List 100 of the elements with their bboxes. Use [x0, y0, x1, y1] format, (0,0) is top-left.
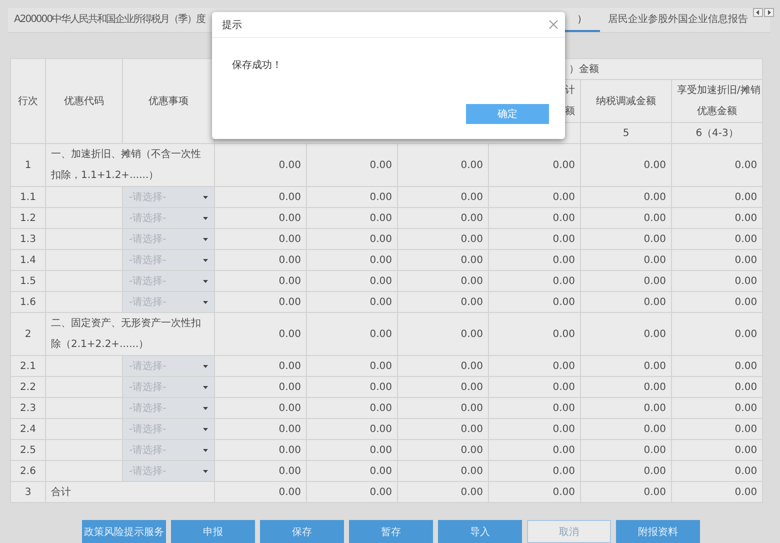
row-number: 2.5 [10, 440, 46, 460]
table-cell: 0.00 [398, 144, 489, 186]
caret-icon [203, 196, 208, 198]
row-number: 1.2 [10, 208, 46, 228]
scroll-left-icon[interactable] [753, 8, 763, 17]
table-cell: 0.00 [488, 292, 581, 312]
confirm-button[interactable]: 确定 [466, 104, 549, 124]
table-cell: 0.00 [488, 440, 581, 460]
table-cell: 0.00 [398, 228, 489, 250]
table-cell: 0.00 [580, 228, 672, 250]
table-cell: 0.00 [580, 418, 672, 440]
column-number: 5 [580, 122, 672, 144]
table-cell: 0.00 [398, 418, 489, 440]
row-number: 2.2 [10, 376, 46, 398]
table-cell: 0.00 [672, 270, 763, 292]
column-header: 优惠代码 [46, 58, 122, 144]
scroll-right-icon[interactable] [764, 8, 774, 17]
table-cell: 0.00 [306, 460, 398, 482]
table-cell: 0.00 [672, 208, 763, 228]
table-cell: 0.00 [306, 250, 398, 270]
table-cell: 0.00 [214, 186, 306, 208]
table-cell: 0.00 [214, 228, 306, 250]
action-button[interactable]: 暂存 [349, 520, 433, 543]
table-cell: 0.00 [306, 208, 398, 228]
table-cell: 0.00 [580, 270, 672, 292]
table-cell: 0.00 [306, 376, 398, 398]
column-header: 计 额 [565, 85, 576, 117]
table-cell: 0.00 [306, 482, 398, 502]
table-cell: 0.00 [672, 376, 763, 398]
table-cell: 0.00 [214, 398, 306, 418]
row-number: 1.1 [10, 186, 46, 208]
table-cell: 0.00 [306, 144, 398, 186]
close-icon[interactable] [549, 20, 558, 29]
table-cell: 0.00 [214, 250, 306, 270]
row-label: 合计 [46, 482, 214, 502]
table-cell: 0.00 [306, 228, 398, 250]
table-cell: 0.00 [398, 376, 489, 398]
table-cell: 0.00 [672, 482, 763, 502]
table-cell: 0.00 [306, 270, 398, 292]
row-number: 2 [10, 312, 46, 356]
table-cell: 0.00 [672, 312, 763, 356]
row-number: 2.3 [10, 398, 46, 418]
action-button[interactable]: 保存 [260, 520, 344, 543]
table-cell: 0.00 [488, 418, 581, 440]
table-cell: 0.00 [672, 144, 763, 186]
table-cell: 0.00 [398, 270, 489, 292]
table-cell: 0.00 [214, 418, 306, 440]
table-cell: 0.00 [580, 312, 672, 356]
table-cell: 0.00 [488, 144, 581, 186]
table-cell: 0.00 [580, 482, 672, 502]
table-cell: 0.00 [488, 186, 581, 208]
column-number: 6（4-3） [672, 122, 763, 144]
table-cell: 0.00 [306, 440, 398, 460]
table-cell: 0.00 [398, 208, 489, 228]
table-cell: 0.00 [398, 356, 489, 376]
action-button[interactable]: 附报资料 [616, 520, 700, 543]
group-header: ）金额 [569, 64, 600, 75]
table-cell: 0.00 [214, 376, 306, 398]
table-cell: 0.00 [580, 250, 672, 270]
caret-icon [203, 428, 208, 430]
dialog-message: 保存成功！ [232, 58, 282, 72]
table-cell: 0.00 [580, 398, 672, 418]
table-cell: 0.00 [672, 418, 763, 440]
caret-icon [203, 448, 208, 452]
table-cell: 0.00 [214, 270, 306, 292]
table-cell: 0.00 [580, 460, 672, 482]
table-cell: 0.00 [672, 460, 763, 482]
caret-icon [203, 238, 208, 240]
table-cell: 0.00 [488, 228, 581, 250]
action-button[interactable]: 政策风险提示服务 [82, 520, 166, 543]
table-cell: 0.00 [488, 270, 581, 292]
column-header: 享受加速折旧/摊销 优惠金额 [672, 80, 763, 122]
table-cell: 0.00 [398, 482, 489, 502]
table-cell: 0.00 [488, 312, 581, 356]
table-cell: 0.00 [672, 398, 763, 418]
caret-icon [203, 386, 208, 388]
table-cell: 0.00 [398, 440, 489, 460]
table-cell: 0.00 [306, 312, 398, 356]
table-cell: 0.00 [488, 376, 581, 398]
table-cell: 0.00 [488, 250, 581, 270]
table-cell: 0.00 [488, 460, 581, 482]
tab[interactable]: 居民企业参股外国企业信息报告 [600, 8, 750, 32]
table-cell: 0.00 [672, 228, 763, 250]
caret-icon [203, 280, 208, 282]
table-cell: 0.00 [306, 292, 398, 312]
caret-icon [203, 216, 208, 220]
table-cell: 0.00 [580, 186, 672, 208]
table-cell: 0.00 [672, 186, 763, 208]
action-button[interactable]: 申报 [171, 520, 255, 543]
action-button[interactable]: 导入 [438, 520, 522, 543]
table-cell: 0.00 [306, 398, 398, 418]
table-cell: 0.00 [488, 398, 581, 418]
table-cell: 0.00 [672, 356, 763, 376]
table-cell: 0.00 [214, 312, 306, 356]
table-cell: 0.00 [488, 482, 581, 502]
table-cell: 0.00 [488, 208, 581, 228]
table-cell: 0.00 [214, 356, 306, 376]
action-button[interactable]: 取消 [527, 520, 611, 543]
table-cell: 0.00 [214, 292, 306, 312]
row-number: 2.1 [10, 356, 46, 376]
